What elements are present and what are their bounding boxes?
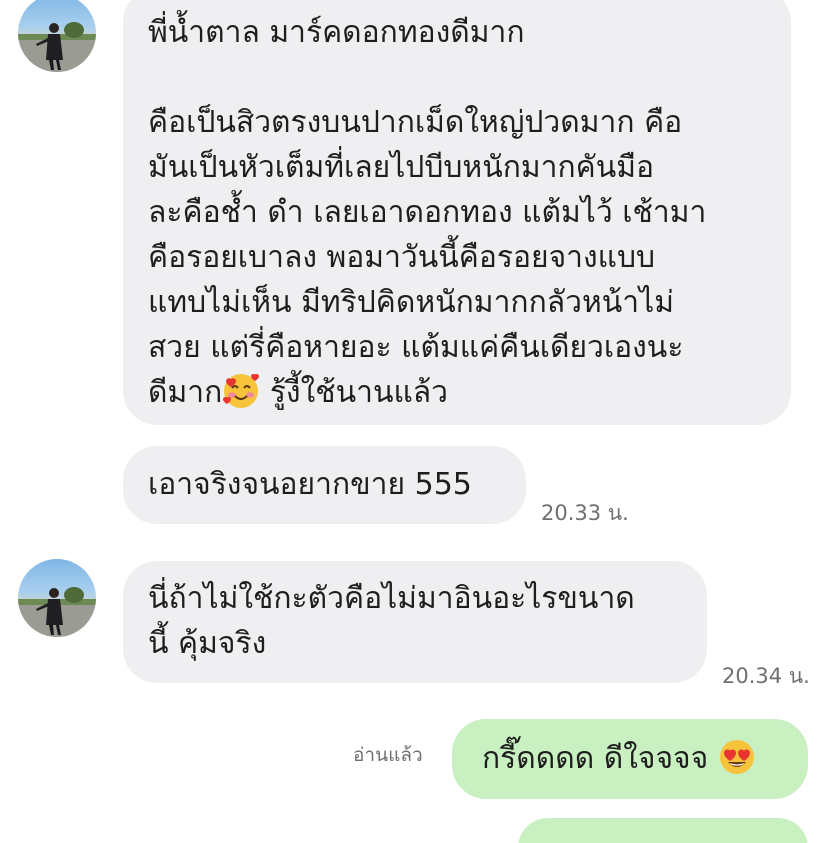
message-text-fragment: รู้งี้ใช้นานแล้ว — [260, 375, 449, 410]
message-text-line: คือรอยเบาลง พอมาวันนี้คือรอยจางแบบ — [148, 240, 656, 275]
message-text-line: แทบไม่เห็น มีทริปคิดหนักมากกลัวหน้าไม่ — [148, 285, 674, 320]
incoming-message-bubble[interactable]: นี่ถ้าไม่ใช้กะตัวคือไม่มาอินอะไรขนาด นี้… — [123, 561, 707, 683]
message-text-line: มันเป็นหัวเต็มที่เลยไปบีบหนักมากคันมือ — [148, 150, 655, 185]
heart-eyes-emoji — [718, 738, 756, 776]
message-text-line — [148, 55, 767, 100]
outgoing-message-bubble[interactable]: กรี๊ดดดด ดีใจจจจ — [452, 719, 808, 799]
outgoing-message-bubble[interactable] — [518, 818, 808, 843]
incoming-message-bubble[interactable]: เอาจริงจนอยากขาย 555 — [123, 446, 526, 524]
message-text-line: คือเป็นสิวตรงบนปากเม็ดใหญ่ปวดมาก คือ — [148, 105, 683, 140]
incoming-message-bubble[interactable]: พี่น้ำตาล มาร์คดอกทองดีมาก คือเป็นสิวตรง… — [123, 0, 791, 425]
message-text-line: กรี๊ดดดด ดีใจจจจ — [482, 736, 808, 781]
message-timestamp: 20.34 น. — [722, 664, 810, 688]
sender-avatar[interactable] — [18, 0, 96, 72]
message-text-line: พี่น้ำตาล มาร์คดอกทองดีมาก — [148, 15, 525, 50]
message-text: กรี๊ดดดด ดีใจจจจ — [482, 741, 709, 776]
message-text: เอาจริงจนอยากขาย 555 — [148, 467, 472, 502]
message-text-line: ดีมาก รู้งี้ใช้นานแล้ว — [148, 370, 767, 415]
chat-view: พี่น้ำตาล มาร์คดอกทองดีมาก คือเป็นสิวตรง… — [0, 0, 828, 843]
sender-avatar[interactable] — [18, 559, 96, 637]
smiling-face-with-hearts-emoji — [222, 372, 260, 410]
message-text-line: สวย แต่รี่คือหายอะ แต้มแค่คืนเดียวเองนะ — [148, 330, 684, 365]
message-text-line: นี้ คุ้มจริง — [148, 626, 267, 661]
message-text-line: ละคือช้ำ ดำ เลยเอาดอกทอง แต้มไว้ เช้ามา — [148, 195, 707, 230]
message-text-fragment: ดีมาก — [148, 375, 223, 410]
read-receipt: อ่านแล้ว — [353, 744, 423, 766]
message-text-line: นี่ถ้าไม่ใช้กะตัวคือไม่มาอินอะไรขนาด — [148, 581, 635, 616]
message-timestamp: 20.33 น. — [541, 501, 629, 525]
